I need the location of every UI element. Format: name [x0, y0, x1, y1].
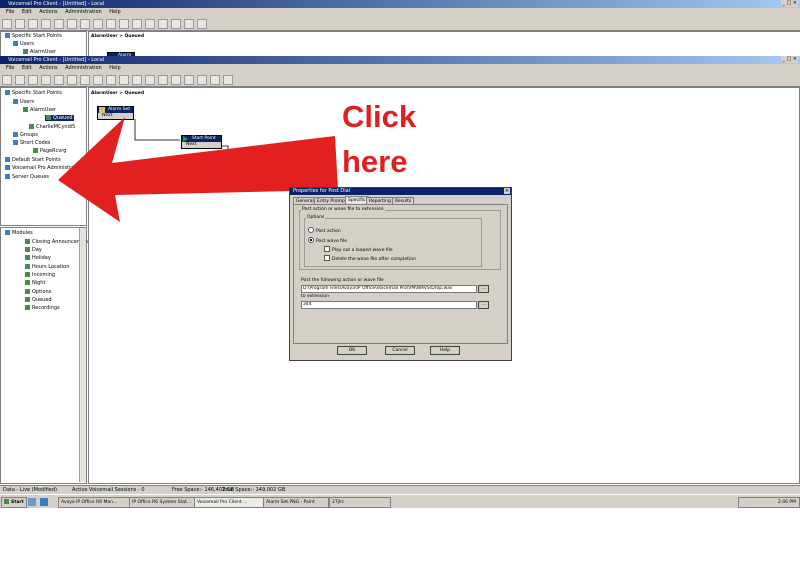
dialog-title: Properties for Post Dial: [293, 188, 351, 194]
start-button[interactable]: Start: [1, 497, 27, 508]
help-button[interactable]: Help: [430, 346, 460, 355]
taskbar-button-active[interactable]: Voicemail Pro Client ...: [194, 497, 264, 508]
ext-browse-button[interactable]: …: [478, 301, 489, 309]
callout-line-1: Click: [342, 99, 417, 134]
radio-icon: [308, 227, 314, 233]
dialog-titlebar: Properties for Post Dial ×: [290, 188, 511, 195]
radio-selected-icon: [308, 237, 314, 243]
radio-post-action[interactable]: Post action: [308, 227, 341, 234]
clock: 2:46 PM: [777, 500, 796, 505]
callout-line-2: here: [342, 144, 408, 179]
path-label: Post the following action or wave file: [301, 278, 384, 283]
taskbar-button[interactable]: 27jlrc: [329, 497, 391, 508]
cancel-button[interactable]: Cancel: [385, 346, 415, 355]
checkbox-icon: [324, 255, 330, 261]
windows-logo-icon: [4, 499, 9, 504]
quicklaunch-icon[interactable]: [40, 498, 48, 506]
taskbar-button[interactable]: Avaya IP Office R6 Man...: [58, 497, 130, 508]
close-icon[interactable]: ×: [504, 188, 510, 194]
taskbar: Start Avaya IP Office R6 Man... IP Offic…: [0, 494, 800, 508]
post-action-group-label: Post action or wave file to extension: [301, 207, 385, 212]
tab-panel: Post action or wave file to extension Op…: [293, 204, 508, 344]
chk-delete-wave[interactable]: Delete the wave file after completion: [324, 255, 416, 262]
taskbar-button[interactable]: IP Office R6 System Stat...: [129, 497, 195, 508]
taskbar-button[interactable]: Alarm Set.PNG - Paint: [263, 497, 329, 508]
radio-post-wave[interactable]: Post wave file: [308, 237, 347, 244]
system-tray: 2:46 PM: [738, 497, 800, 508]
chk-loop-wave[interactable]: Play out a looped wave file: [324, 246, 393, 253]
properties-dialog: Properties for Post Dial × General Entry…: [289, 187, 512, 361]
path-browse-button[interactable]: …: [478, 285, 489, 293]
ext-field[interactable]: 344: [301, 301, 477, 309]
ok-button[interactable]: OK: [337, 346, 367, 355]
path-field[interactable]: D:\Program Files\Avaya\IP Office\Voicema…: [301, 285, 477, 293]
quicklaunch-icon[interactable]: [28, 498, 36, 506]
checkbox-icon: [324, 246, 330, 252]
ext-label: to extension: [301, 294, 329, 299]
options-label: Options: [306, 215, 326, 220]
